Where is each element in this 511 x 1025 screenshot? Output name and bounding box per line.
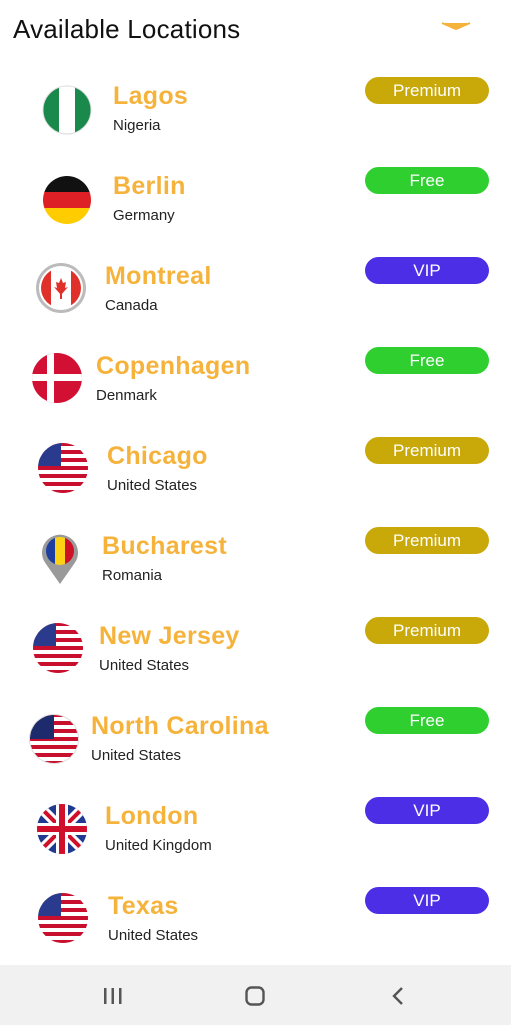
- tier-badge: VIP: [365, 887, 489, 914]
- tier-badge: Premium: [365, 437, 489, 464]
- location-row[interactable]: Montreal Canada VIP: [0, 232, 511, 322]
- collapse-chevron-icon[interactable]: [440, 18, 472, 31]
- tier-badge: VIP: [365, 257, 489, 284]
- city-label: Chicago: [107, 442, 208, 470]
- usa-flag-icon: [28, 713, 80, 765]
- tier-badge: Premium: [365, 77, 489, 104]
- romania-pin-icon: [36, 530, 84, 586]
- uk-flag-icon: [36, 803, 88, 855]
- location-row[interactable]: North Carolina United States Free: [0, 682, 511, 772]
- back-icon[interactable]: [384, 981, 414, 1011]
- city-label: Lagos: [113, 82, 189, 110]
- location-row[interactable]: London United Kingdom VIP: [0, 772, 511, 862]
- location-row[interactable]: Lagos Nigeria Premium: [0, 52, 511, 142]
- nigeria-flag-icon: [41, 84, 93, 136]
- tier-badge: Premium: [365, 617, 489, 644]
- germany-flag-icon: [41, 174, 93, 226]
- country-label: United Kingdom: [105, 837, 212, 854]
- country-label: United States: [99, 657, 190, 674]
- country-label: United States: [91, 747, 182, 764]
- location-row[interactable]: Berlin Germany Free: [0, 142, 511, 232]
- usa-flag-icon: [37, 442, 89, 494]
- location-row[interactable]: Copenhagen Denmark Free: [0, 322, 511, 412]
- navigation-bar: [0, 965, 511, 1025]
- tier-badge: Premium: [365, 527, 489, 554]
- city-label: Berlin: [113, 172, 186, 200]
- city-label: London: [105, 802, 199, 830]
- country-label: Germany: [113, 207, 175, 224]
- recent-apps-icon[interactable]: [98, 981, 128, 1011]
- header: Available Locations: [0, 0, 511, 60]
- location-row[interactable]: New Jersey United States Premium: [0, 592, 511, 682]
- city-label: Montreal: [105, 262, 212, 290]
- tier-badge: VIP: [365, 797, 489, 824]
- location-row[interactable]: Texas United States VIP: [0, 862, 511, 952]
- city-label: Texas: [108, 892, 179, 920]
- country-label: Denmark: [96, 387, 157, 404]
- denmark-flag-icon: [31, 352, 83, 404]
- usa-flag-icon: [32, 622, 84, 674]
- country-label: United States: [108, 927, 199, 944]
- tier-badge: Free: [365, 707, 489, 734]
- country-label: United States: [107, 477, 198, 494]
- city-label: Copenhagen: [96, 352, 251, 380]
- page-title: Available Locations: [13, 14, 241, 44]
- tier-badge: Free: [365, 167, 489, 194]
- tier-badge: Free: [365, 347, 489, 374]
- usa-flag-icon: [37, 892, 89, 944]
- country-label: Canada: [105, 297, 158, 314]
- country-label: Romania: [102, 567, 163, 584]
- city-label: North Carolina: [91, 712, 269, 740]
- country-label: Nigeria: [113, 117, 161, 134]
- location-row[interactable]: Chicago United States Premium: [0, 412, 511, 502]
- city-label: New Jersey: [99, 622, 240, 650]
- home-icon[interactable]: [241, 981, 271, 1011]
- location-row[interactable]: Bucharest Romania Premium: [0, 502, 511, 592]
- city-label: Bucharest: [102, 532, 227, 560]
- canada-flag-icon: [35, 262, 87, 314]
